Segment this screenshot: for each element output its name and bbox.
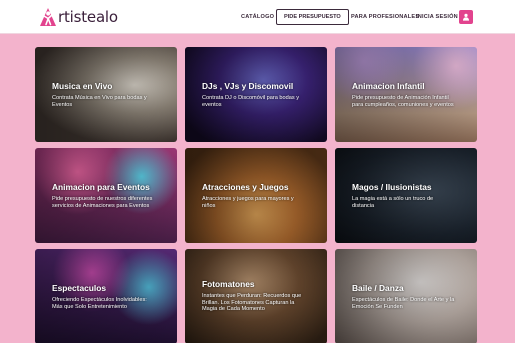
category-card-animacion-eventos[interactable]: Animacion para Eventos Pide presupuesto … xyxy=(35,148,177,243)
category-card-fotomatones[interactable]: Fotomatones Instantes que Perduran: Recu… xyxy=(185,249,327,343)
card-title: Baile / Danza xyxy=(352,283,404,293)
card-title: Musica en Vivo xyxy=(52,81,113,91)
site-header: rtistealo CATÁLOGO PIDE PRESUPUESTO PARA… xyxy=(0,0,515,34)
category-card-musica-en-vivo[interactable]: Musica en Vivo Contrata Música en Vivo p… xyxy=(35,47,177,142)
pide-presupuesto-button[interactable]: PIDE PRESUPUESTO xyxy=(276,9,349,25)
category-card-djs[interactable]: DJs , VJs y Discomovil Contrata DJ o Dis… xyxy=(185,47,327,142)
site-logo[interactable]: rtistealo xyxy=(37,6,118,28)
card-title: Magos / Ilusionistas xyxy=(352,182,432,192)
card-description: Espectáculos de Baile: Donde el Arte y l… xyxy=(352,297,455,310)
user-button[interactable] xyxy=(459,10,473,24)
card-title: DJs , VJs y Discomovil xyxy=(202,81,294,91)
card-description: Contrata Música en Vivo para bodas y Even… xyxy=(52,95,147,108)
logo-text: rtistealo xyxy=(58,8,118,26)
card-description: Pide presupuesto de Animación Infantil pa… xyxy=(352,95,454,108)
card-title: Atracciones y Juegos xyxy=(202,182,289,192)
category-card-magos[interactable]: Magos / Ilusionistas La magia está a sól… xyxy=(335,148,477,243)
card-title: Fotomatones xyxy=(202,279,255,289)
card-description: Instantes que Perduran: Recuerdos que Bri… xyxy=(202,293,302,313)
card-title: Animacion para Eventos xyxy=(52,182,150,192)
card-description: Contrata DJ o Discomóvil para bodas y eve… xyxy=(202,95,300,108)
category-card-espectaculos[interactable]: Espectaculos Ofreciendo Espectáculos Ino… xyxy=(35,249,177,343)
nav-para-profesionales[interactable]: PARA PROFESIONALES xyxy=(351,14,419,20)
category-card-animacion-infantil[interactable]: Animacion Infantil Pide presupuesto de A… xyxy=(335,47,477,142)
card-description: Ofreciendo Espectáculos Inolvidables: Más… xyxy=(52,297,147,310)
card-description: Pide presupuesto de nuestros diferentes s… xyxy=(52,196,153,209)
user-icon xyxy=(463,13,469,21)
category-card-atracciones[interactable]: Atracciones y Juegos Atracciones y juego… xyxy=(185,148,327,243)
nav-inicia-sesion[interactable]: INICIA SESIÓN xyxy=(416,14,458,20)
nav-catalogo[interactable]: CATÁLOGO xyxy=(241,14,274,20)
card-title: Espectaculos xyxy=(52,283,106,293)
card-description: La magia está a sólo un truco de distanci… xyxy=(352,196,434,209)
card-title: Animacion Infantil xyxy=(352,81,425,91)
category-card-baile[interactable]: Baile / Danza Espectáculos de Baile: Don… xyxy=(335,249,477,343)
card-description: Atracciones y juegos para mayores y niños xyxy=(202,196,294,209)
